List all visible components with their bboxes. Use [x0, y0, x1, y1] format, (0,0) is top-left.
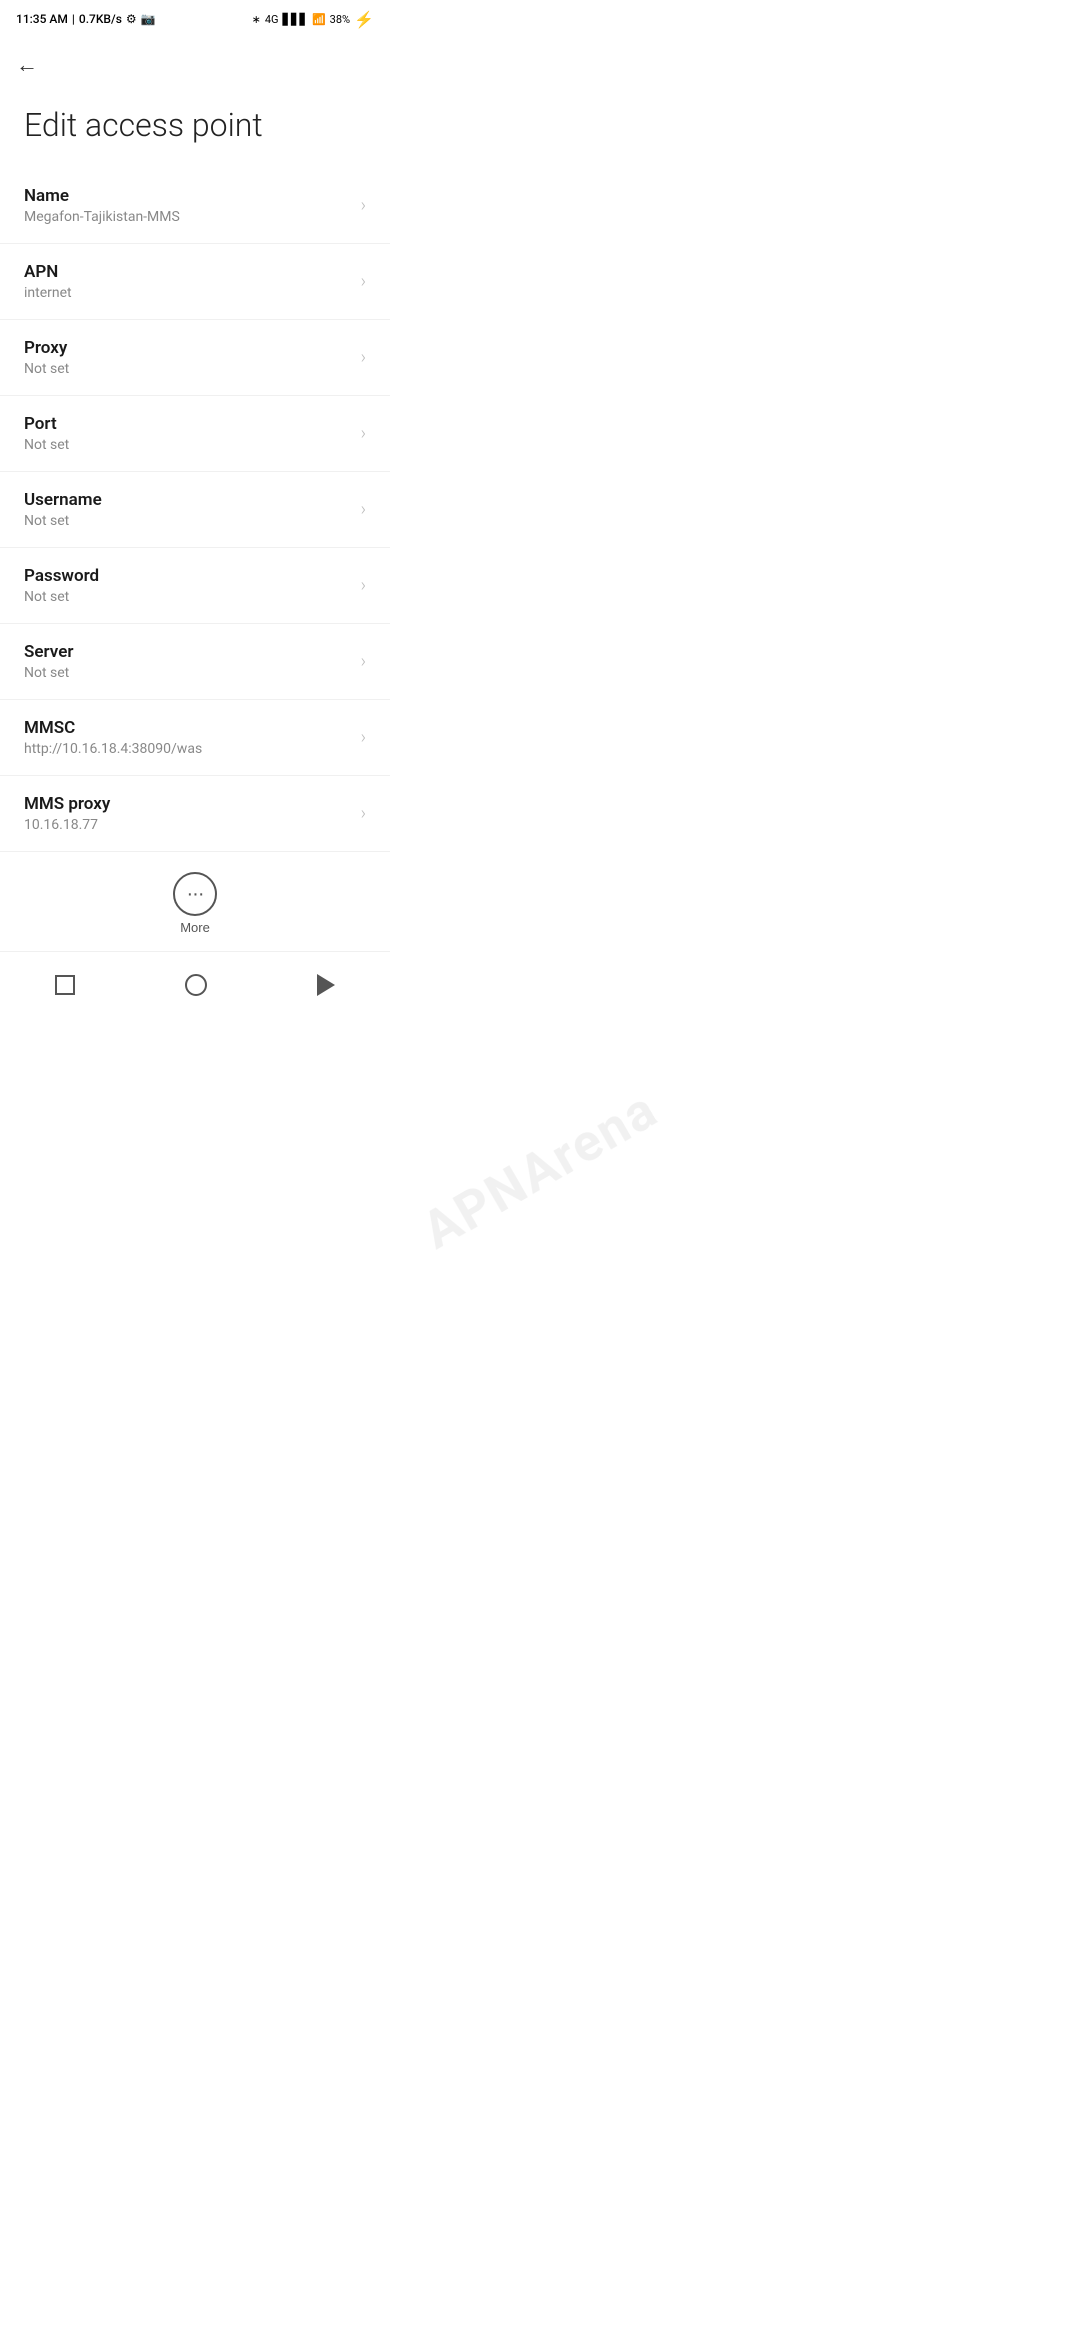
settings-item-port[interactable]: Port Not set › [0, 396, 390, 472]
item-value-server: Not set [24, 665, 353, 681]
more-circle-icon: ··· [173, 872, 217, 916]
item-content-apn: APN internet [24, 262, 353, 301]
more-section: ··· More [0, 852, 390, 951]
battery-indicator: 38% [330, 13, 350, 26]
back-nav-button[interactable] [301, 966, 351, 1004]
settings-item-mmsc[interactable]: MMSC http://10.16.18.4:38090/was › [0, 700, 390, 776]
status-right: ∗ 4G ▋▋▋ 📶 38% ⚡ [252, 10, 374, 29]
more-label: More [180, 920, 210, 935]
chevron-icon-server: › [361, 651, 366, 672]
chevron-icon-username: › [361, 499, 366, 520]
chevron-icon-mmsc: › [361, 727, 366, 748]
toolbar: ← [0, 36, 390, 90]
bluetooth-icon: ∗ [252, 13, 261, 26]
settings-item-username[interactable]: Username Not set › [0, 472, 390, 548]
settings-item-apn[interactable]: APN internet › [0, 244, 390, 320]
chevron-icon-password: › [361, 575, 366, 596]
item-label-apn: APN [24, 262, 353, 282]
back-button[interactable]: ← [16, 44, 38, 86]
status-bar: 11:35 AM | 0.7KB/s ⚙ 📷 ∗ 4G ▋▋▋ 📶 38% ⚡ [0, 0, 390, 36]
item-label-mms-proxy: MMS proxy [24, 794, 353, 814]
item-content-proxy: Proxy Not set [24, 338, 353, 377]
item-label-server: Server [24, 642, 353, 662]
item-value-apn: internet [24, 285, 353, 301]
more-dots-icon: ··· [187, 883, 204, 906]
nav-bar [0, 951, 390, 1024]
status-left: 11:35 AM | 0.7KB/s ⚙ 📷 [16, 12, 156, 26]
settings-item-proxy[interactable]: Proxy Not set › [0, 320, 390, 396]
settings-item-name[interactable]: Name Megafon-Tajikistan-MMS › [0, 168, 390, 244]
back-arrow-icon: ← [16, 52, 38, 78]
item-content-password: Password Not set [24, 566, 353, 605]
settings-icon: ⚙ [126, 12, 137, 26]
item-label-name: Name [24, 186, 353, 206]
page-title: Edit access point [0, 90, 390, 168]
item-content-name: Name Megafon-Tajikistan-MMS [24, 186, 353, 225]
item-content-port: Port Not set [24, 414, 353, 453]
watermark: APNArena [412, 1079, 668, 1262]
settings-list: Name Megafon-Tajikistan-MMS › APN intern… [0, 168, 390, 852]
chevron-icon-port: › [361, 423, 366, 444]
more-button[interactable]: ··· More [173, 872, 217, 935]
home-button[interactable] [169, 966, 223, 1004]
signal-4g-icon: 4G [265, 13, 279, 26]
item-value-username: Not set [24, 513, 353, 529]
item-label-username: Username [24, 490, 353, 510]
item-label-port: Port [24, 414, 353, 434]
item-value-name: Megafon-Tajikistan-MMS [24, 209, 353, 225]
back-nav-icon [317, 974, 335, 996]
item-content-mms-proxy: MMS proxy 10.16.18.77 [24, 794, 353, 833]
battery-level: 38 [330, 13, 342, 26]
signal-bars-icon: ▋▋▋ [283, 13, 308, 26]
item-label-proxy: Proxy [24, 338, 353, 358]
recents-icon [55, 975, 75, 995]
charging-icon: ⚡ [354, 10, 374, 29]
network-speed: 0.7KB/s [79, 12, 122, 26]
item-value-mms-proxy: 10.16.18.77 [24, 817, 353, 833]
item-value-proxy: Not set [24, 361, 353, 377]
item-label-password: Password [24, 566, 353, 586]
chevron-icon-mms-proxy: › [361, 803, 366, 824]
settings-item-password[interactable]: Password Not set › [0, 548, 390, 624]
chevron-icon-name: › [361, 195, 366, 216]
item-value-port: Not set [24, 437, 353, 453]
camera-icon: 📷 [141, 12, 156, 26]
item-label-mmsc: MMSC [24, 718, 353, 738]
settings-item-server[interactable]: Server Not set › [0, 624, 390, 700]
separator: | [72, 12, 75, 26]
item-content-server: Server Not set [24, 642, 353, 681]
recents-button[interactable] [39, 967, 91, 1003]
item-content-username: Username Not set [24, 490, 353, 529]
wifi-icon: 📶 [312, 13, 326, 26]
home-icon [185, 974, 207, 996]
time-text: 11:35 AM [16, 12, 68, 26]
settings-item-mms-proxy[interactable]: MMS proxy 10.16.18.77 › [0, 776, 390, 852]
chevron-icon-proxy: › [361, 347, 366, 368]
item-value-mmsc: http://10.16.18.4:38090/was [24, 741, 353, 757]
item-content-mmsc: MMSC http://10.16.18.4:38090/was [24, 718, 353, 757]
chevron-icon-apn: › [361, 271, 366, 292]
item-value-password: Not set [24, 589, 353, 605]
